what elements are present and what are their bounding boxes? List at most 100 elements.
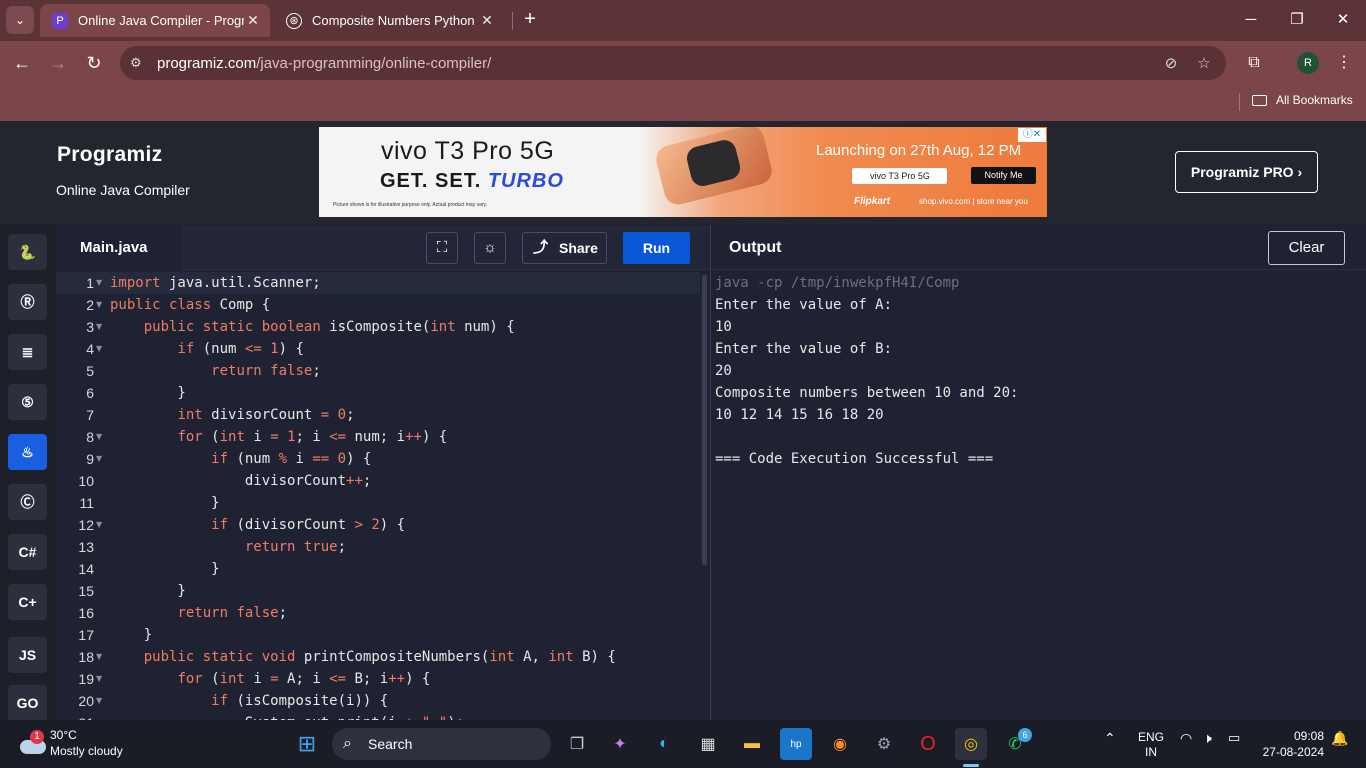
language-indicator[interactable]: ENG IN [1138,730,1164,760]
python-language-button[interactable]: 🐍 [8,234,47,270]
task-view-icon[interactable]: ❐ [561,728,593,760]
html-language-button[interactable]: ⑤ [8,384,47,420]
close-tab-icon[interactable]: ✕ [244,12,262,29]
c-language-button[interactable]: Ⓒ [8,484,47,520]
code-line[interactable]: 7 int divisorCount = 0; [56,404,700,426]
code-area[interactable]: 1 ▼ import java.util.Scanner; 2 ▼ public clas… [56,272,700,720]
extensions-puzzle-icon[interactable]: ⧉ [1242,51,1266,75]
restore-button[interactable]: ❐ [1282,8,1312,32]
code-line[interactable]: 4 ▼ if (num <= 1) { [56,338,700,360]
url-text[interactable]: programiz.com/java-programming/online-co… [157,55,491,72]
notification-bell-icon[interactable]: 🔔 [1331,730,1348,747]
code-line[interactable]: 1 ▼ import java.util.Scanner; [56,272,700,294]
ad-notify-button[interactable]: Notify Me [971,167,1036,184]
ad-close-icon[interactable]: ⓘ✕ [1018,128,1046,142]
code-line[interactable]: 17 } [56,624,700,646]
code-line[interactable]: 13 return true; [56,536,700,558]
clear-button[interactable]: Clear [1268,231,1345,265]
csharp-language-button[interactable]: C# [8,534,47,570]
bookmark-star-icon[interactable]: ☆ [1193,53,1215,75]
code-line[interactable]: 10 divisorCount++; [56,470,700,492]
share-icon: ⤴ [533,239,549,256]
code-line[interactable]: 2 ▼ public class Comp { [56,294,700,316]
fold-arrow-icon[interactable]: ▼ [96,272,102,294]
minimize-button[interactable]: ─ [1236,8,1266,32]
wifi-icon[interactable]: ◠ [1180,730,1192,747]
more-menu-icon[interactable]: ⋮ [1332,51,1356,75]
weather-widget[interactable]: 1 [18,728,46,754]
windows-start-icon[interactable]: ⊞ [291,728,323,760]
code-line[interactable]: 21 System.out.print(i + " "); [56,712,700,720]
address-bar[interactable]: ⚙ programiz.com/java-programming/online-… [120,46,1226,80]
fold-arrow-icon[interactable]: ▼ [96,426,102,448]
fold-arrow-icon[interactable]: ▼ [96,690,102,712]
settings-gear-icon[interactable]: ⚙ [868,728,900,760]
folder-icon [1252,94,1267,106]
expand-icon: ⛶ [436,239,448,256]
chrome-icon[interactable]: ◎ [955,728,987,760]
profile-avatar[interactable]: R [1297,52,1319,74]
output-console[interactable]: java -cp /tmp/inwekpfH4I/Comp Enter the v… [715,272,1018,470]
fold-arrow-icon[interactable]: ▼ [96,316,102,338]
editor-scrollbar[interactable] [702,275,707,565]
code-line[interactable]: 14 } [56,558,700,580]
new-tab-button[interactable]: + [518,8,542,32]
forward-button[interactable]: → [46,51,70,75]
battery-icon[interactable]: ▭ [1228,730,1240,746]
code-line[interactable]: 19 ▼ for (int i = A; i <= B; i++) { [56,668,700,690]
go-language-button[interactable]: GO [8,685,47,721]
share-label: Share [559,240,598,256]
mute-speaker-icon[interactable]: 🕨 [1203,730,1212,747]
code-line[interactable]: 20 ▼ if (isComposite(i)) { [56,690,700,712]
fold-arrow-icon[interactable]: ▼ [96,294,102,316]
all-bookmarks-button[interactable]: All Bookmarks [1252,93,1353,107]
theme-toggle-button[interactable]: ☼ [474,232,506,264]
eye-slash-icon[interactable]: ⊘ [1160,53,1182,75]
opera-icon[interactable]: O [912,728,944,760]
taskbar-search[interactable]: ⌕ Search [332,728,551,760]
code-line[interactable]: 16 return false; [56,602,700,624]
myhp-icon[interactable]: hp [780,728,812,760]
code-line[interactable]: 15 } [56,580,700,602]
sql-language-button[interactable]: ≣ [8,334,47,370]
site-info-icon[interactable]: ⚙ [130,55,152,71]
js-language-button[interactable]: JS [8,637,47,673]
code-line[interactable]: 18 ▼ public static void printCompositeNum… [56,646,700,668]
cpp-language-button[interactable]: C+ [8,584,47,620]
fold-arrow-icon[interactable]: ▼ [96,514,102,536]
programiz-pro-button[interactable]: Programiz PRO › [1175,151,1318,193]
browser-tab-active[interactable]: P Online Java Compiler - Program ✕ [40,4,270,37]
share-button[interactable]: ⤴ Share [522,232,607,264]
programiz-logo[interactable]: Programiz [57,143,162,167]
browser-tab[interactable]: ⊛ Composite Numbers Python Co ✕ [274,4,504,37]
code-line[interactable]: 5 return false; [56,360,700,382]
fold-arrow-icon[interactable]: ▼ [96,338,102,360]
advertisement-banner[interactable]: vivo T3 Pro 5G GET. SET. TURBO Picture s… [319,127,1047,217]
run-button[interactable]: Run [623,232,690,264]
reload-button[interactable]: ↻ [82,51,106,75]
store-icon[interactable]: ▦ [692,728,724,760]
java-language-button[interactable]: ♨ [8,434,47,470]
code-line[interactable]: 9 ▼ if (num % i == 0) { [56,448,700,470]
back-button[interactable]: ← [10,51,34,75]
fold-arrow-icon[interactable]: ▼ [96,668,102,690]
code-line[interactable]: 8 ▼ for (int i = 1; i <= num; i++) { [56,426,700,448]
chevron-up-icon[interactable]: ⌃ [1104,730,1116,747]
fullscreen-button[interactable]: ⛶ [426,232,458,264]
edge-icon[interactable]: ◐ [648,728,680,760]
code-line[interactable]: 12 ▼ if (divisorCount > 2) { [56,514,700,536]
code-line[interactable]: 11 } [56,492,700,514]
r-language-button[interactable]: Ⓡ [8,284,47,320]
code-line[interactable]: 3 ▼ public static boolean isComposite(int… [56,316,700,338]
tab-search-button[interactable]: ⌄ [6,6,34,34]
code-line[interactable]: 6 } [56,382,700,404]
fold-arrow-icon[interactable]: ▼ [96,448,102,470]
close-tab-icon[interactable]: ✕ [478,12,496,29]
copilot-icon[interactable]: ✦ [604,728,636,760]
clock[interactable]: 09:08 27-08-2024 [1252,728,1324,760]
fold-arrow-icon[interactable]: ▼ [96,646,102,668]
close-window-button[interactable]: ✕ [1328,8,1358,32]
firefox-icon[interactable]: ◉ [824,728,856,760]
file-explorer-icon[interactable]: ▬ [736,728,768,760]
file-tab-main-java[interactable]: Main.java [56,225,182,270]
